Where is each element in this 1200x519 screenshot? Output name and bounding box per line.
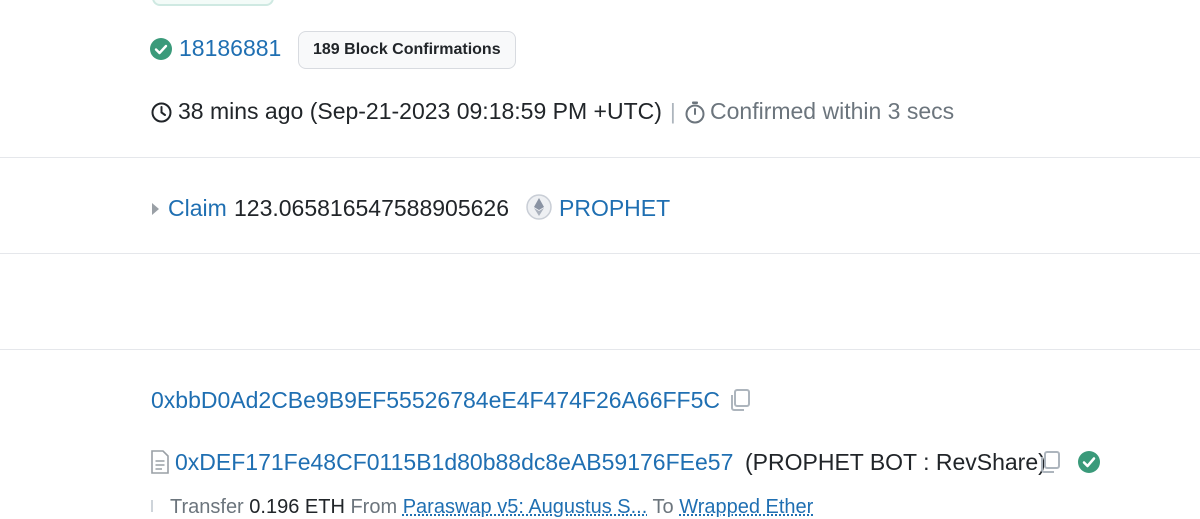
to-address-link[interactable]: 0xDEF171Fe48CF0115B1d80b88dc8eAB59176FEe… bbox=[175, 449, 733, 476]
action-amount: 123.065816547588905626 bbox=[234, 195, 510, 221]
timer-icon bbox=[685, 101, 705, 124]
section-divider bbox=[0, 253, 1200, 254]
transfer-from-label: From bbox=[350, 496, 398, 518]
ethereum-token-icon bbox=[526, 194, 552, 220]
copy-icon[interactable] bbox=[728, 388, 752, 412]
transfer-from-link[interactable]: Paraswap v5: Augustus S... bbox=[403, 496, 648, 518]
action-label: Claim bbox=[168, 195, 227, 221]
status-badge-cutoff bbox=[152, 0, 274, 6]
transfer-amount: 0.196 ETH bbox=[249, 496, 345, 518]
timestamp-text: 38 mins ago (Sep-21-2023 09:18:59 PM +UT… bbox=[178, 98, 662, 124]
confirmed-within-text: Confirmed within 3 secs bbox=[710, 98, 955, 124]
timestamp-separator: | bbox=[670, 99, 676, 124]
transfer-to-label: To bbox=[652, 496, 674, 518]
block-confirmations-badge[interactable]: 189 Block Confirmations bbox=[298, 31, 516, 69]
transfer-indicator bbox=[151, 500, 153, 512]
verified-check-icon bbox=[1078, 451, 1100, 473]
clock-icon bbox=[151, 102, 172, 123]
contract-file-icon bbox=[151, 450, 169, 474]
section-divider bbox=[0, 157, 1200, 158]
transfer-label: Transfer bbox=[170, 496, 244, 518]
transfer-to-link[interactable]: Wrapped Ether bbox=[679, 496, 813, 518]
to-address-name: (PROPHET BOT : RevShare) bbox=[745, 449, 1046, 475]
from-address-link[interactable]: 0xbbD0Ad2CBe9B9EF55526784eE4F474F26A66FF… bbox=[151, 387, 720, 414]
caret-right-icon bbox=[152, 203, 159, 215]
section-divider bbox=[0, 349, 1200, 350]
block-number-link[interactable]: 18186881 bbox=[179, 35, 281, 62]
transfer-row: Transfer 0.196 ETH From Paraswap v5: Aug… bbox=[170, 496, 813, 519]
copy-icon[interactable] bbox=[1038, 450, 1062, 474]
token-link[interactable]: PROPHET bbox=[559, 195, 670, 222]
check-circle-icon bbox=[150, 38, 172, 60]
